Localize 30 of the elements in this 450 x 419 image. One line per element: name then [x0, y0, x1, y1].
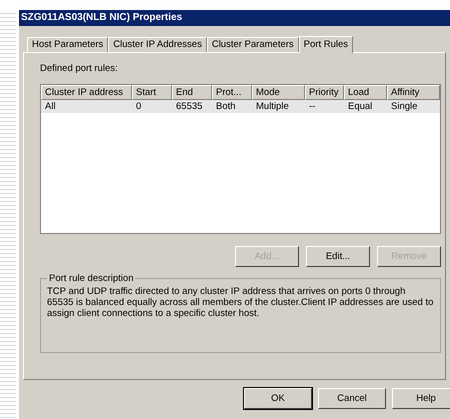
column-header[interactable]: Prot...: [212, 85, 252, 100]
tab[interactable]: Port Rules: [298, 36, 354, 53]
dialog-button[interactable]: Help: [392, 388, 450, 409]
description-text: TCP and UDP traffic directed to any cluster IP address that arrives on ports 0 through 65535 is balanced equally across all members of the cluster.Client IP addresses are used to assign client connections to a specific cluster host.: [47, 286, 434, 319]
table-cell-text: --: [308, 100, 316, 113]
table-cell-text: 0: [135, 100, 142, 113]
column-header[interactable]: Mode: [252, 85, 305, 100]
tab[interactable]: Cluster Parameters: [206, 37, 299, 52]
list-button[interactable]: Edit...: [306, 246, 370, 267]
table-cell-text: 65535: [175, 100, 204, 113]
table-cell-text: All: [44, 100, 57, 113]
column-header[interactable]: Affinity: [387, 85, 440, 100]
table-cell-text: Equal: [347, 100, 374, 113]
dialog-button[interactable]: Cancel: [318, 388, 386, 409]
column-header[interactable]: End: [172, 85, 212, 100]
column-header[interactable]: Priority: [305, 85, 344, 100]
tab[interactable]: Cluster IP Addresses: [108, 37, 207, 52]
list-label: Defined port rules:: [40, 63, 119, 74]
table-row[interactable]: All 0 65535 Both Multiple -- Equal Single: [41, 100, 440, 113]
column-header[interactable]: Cluster IP address: [41, 85, 132, 100]
tab[interactable]: Host Parameters: [27, 37, 108, 52]
column-header[interactable]: Start: [132, 85, 172, 100]
column-header[interactable]: Load: [344, 85, 387, 100]
table-cell-text: Multiple: [255, 100, 290, 113]
window-title: SZG011AS03(NLB NIC) Properties: [19, 10, 450, 26]
table-cell-text: Single: [390, 100, 418, 113]
group-title: Port rule description: [48, 273, 134, 284]
dialog-button[interactable]: OK: [244, 388, 312, 409]
port-rules-list[interactable]: Cluster IP address Start End Prot... Mode Priority Load Affinity All 0 65535 Both Multiple -- Equal Single: [40, 84, 441, 234]
table-cell-text: Both: [215, 100, 237, 113]
